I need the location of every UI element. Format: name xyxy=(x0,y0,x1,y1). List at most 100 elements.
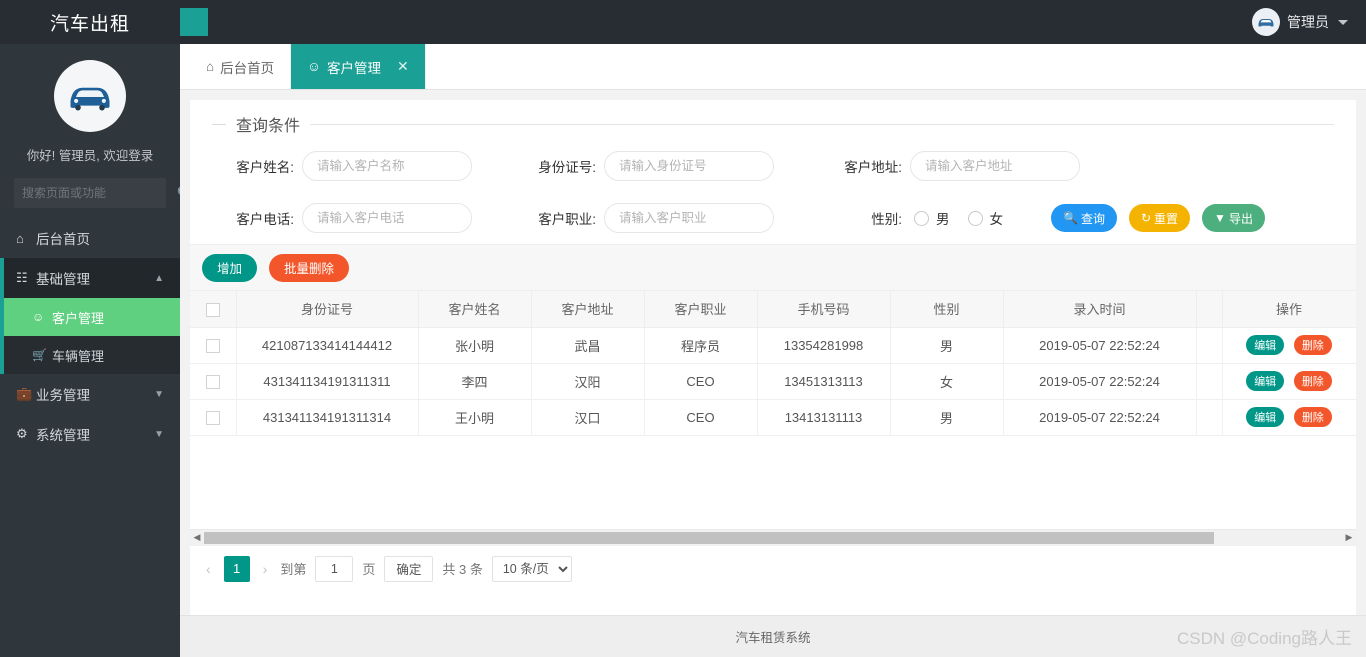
table-row: 431341134191311314 王小明 汉口 CEO 1341313111… xyxy=(190,399,1356,436)
cell-created-at: 2019-05-07 22:52:24 xyxy=(1003,363,1197,400)
sidebar-item-label: 业务管理 xyxy=(36,388,90,403)
field-customer-phone: 客户电话: xyxy=(212,203,472,233)
gender-radio-male[interactable]: 男 xyxy=(914,208,950,228)
column-header-name[interactable]: 客户姓名 xyxy=(418,291,532,328)
delete-button[interactable]: 删除 xyxy=(1293,407,1332,427)
chevron-left-icon[interactable]: ‹ xyxy=(202,561,215,577)
radio-circle-icon xyxy=(967,210,983,226)
briefcase-icon: 💼 xyxy=(16,386,33,401)
batch-delete-button[interactable]: 批量删除 xyxy=(269,253,350,282)
row-checkbox[interactable] xyxy=(205,338,220,353)
cell-actions: 编辑 删除 xyxy=(1222,327,1356,364)
sidebar-profile: 你好! 管理员, 欢迎登录 xyxy=(0,44,180,164)
column-header-gap xyxy=(1196,291,1223,328)
edit-button[interactable]: 编辑 xyxy=(1246,407,1285,427)
legend-line xyxy=(310,123,1334,125)
chevron-down-icon: ▼ xyxy=(154,428,164,440)
cell-gap xyxy=(1196,327,1223,364)
cell-gender: 女 xyxy=(890,363,1004,400)
column-header-phone[interactable]: 手机号码 xyxy=(757,291,891,328)
user-icon: ☺ xyxy=(307,59,321,74)
tab-home[interactable]: ⌂ 后台首页 xyxy=(190,44,292,89)
customer-phone-input[interactable] xyxy=(302,203,472,233)
cell-address: 武昌 xyxy=(531,327,645,364)
gender-radio-group: 男 女 xyxy=(914,208,1003,228)
id-number-input[interactable] xyxy=(604,151,774,181)
scroll-left-icon[interactable]: ◀ xyxy=(190,532,204,543)
chevron-right-icon[interactable]: › xyxy=(259,561,272,577)
column-header-created-at[interactable]: 录入时间 xyxy=(1003,291,1197,328)
tab-label: 后台首页 xyxy=(220,60,275,76)
sidebar-item-home[interactable]: ⌂ 后台首页 xyxy=(0,218,180,258)
scrollbar-track[interactable] xyxy=(204,531,1342,544)
brand-title: 汽车出租 xyxy=(49,13,130,35)
select-all-checkbox[interactable] xyxy=(205,302,220,317)
tab-customer-management[interactable]: ☺ 客户管理 ✕ xyxy=(291,44,426,89)
cell-phone: 13451313113 xyxy=(757,363,891,400)
page-number-1[interactable]: 1 xyxy=(223,555,250,582)
reset-button[interactable]: ↻ 重置 xyxy=(1128,204,1191,232)
sidebar-group-system[interactable]: ⚙ 系统管理 ▼ xyxy=(0,414,180,454)
scroll-right-icon[interactable]: ▶ xyxy=(1342,532,1356,543)
scrollbar-thumb[interactable] xyxy=(204,531,1214,544)
row-checkbox[interactable] xyxy=(205,374,220,389)
cell-phone: 13354281998 xyxy=(757,327,891,364)
cell-name: 李四 xyxy=(418,363,532,400)
query-row-1: 客户姓名: 身份证号: 客户地址: xyxy=(212,140,1334,192)
cell-name: 王小明 xyxy=(418,399,532,436)
edit-button[interactable]: 编辑 xyxy=(1246,371,1285,391)
close-icon[interactable]: ✕ xyxy=(397,58,409,75)
tab-bar: ⌂ 后台首页 ☺ 客户管理 ✕ xyxy=(180,44,1366,90)
customer-occupation-input[interactable] xyxy=(604,203,774,233)
column-header-occupation[interactable]: 客户职业 xyxy=(644,291,758,328)
goto-page-input[interactable] xyxy=(315,555,354,582)
delete-button[interactable]: 删除 xyxy=(1293,335,1332,355)
sidebar-group-basic[interactable]: ☷ 基础管理 ▲ xyxy=(0,258,180,298)
cell-gap xyxy=(1196,399,1223,436)
car-avatar-icon xyxy=(1252,8,1280,36)
customer-address-input[interactable] xyxy=(910,151,1080,181)
row-checkbox[interactable] xyxy=(205,410,220,425)
user-icon: ☺ xyxy=(32,310,45,324)
sidebar-search[interactable]: 🔍 xyxy=(14,178,180,208)
content-panel: 查询条件 客户姓名: 身份证号: 客户地址: xyxy=(190,100,1356,645)
edit-button[interactable]: 编辑 xyxy=(1246,335,1285,355)
footer: 汽车租赁系统 xyxy=(180,615,1366,657)
user-menu[interactable]: 管理员 xyxy=(1252,8,1366,36)
query-row-2: 客户电话: 客户职业: 性别: 男 xyxy=(212,192,1334,244)
total-count-label: 共 3 条 xyxy=(442,562,483,577)
gender-radio-female[interactable]: 女 xyxy=(967,208,1003,228)
radio-label: 男 xyxy=(936,212,950,227)
sidebar-group-business[interactable]: 💼 业务管理 ▼ xyxy=(0,374,180,414)
field-customer-occupation: 客户职业: xyxy=(524,203,774,233)
field-id-number: 身份证号: xyxy=(524,151,774,181)
field-customer-address: 客户地址: xyxy=(830,151,1080,181)
tab-label: 客户管理 xyxy=(326,60,381,76)
search-button[interactable]: 🔍 查询 xyxy=(1051,204,1117,232)
sidebar-item-customer-management[interactable]: ☺ 客户管理 xyxy=(4,298,180,336)
column-header-id-number[interactable]: 身份证号 xyxy=(236,291,419,328)
add-button[interactable]: 增加 xyxy=(202,253,258,282)
cell-occupation: CEO xyxy=(644,399,758,436)
page-size-select[interactable]: 10 条/页 20 条/页 30 条/页 40 条/页 50 条/页 xyxy=(491,555,572,582)
sidebar-item-label: 系统管理 xyxy=(36,428,90,443)
search-input[interactable] xyxy=(22,186,177,200)
column-header-gender[interactable]: 性别 xyxy=(890,291,1004,328)
goto-prefix-label: 到第 xyxy=(280,562,307,577)
column-header-address[interactable]: 客户地址 xyxy=(531,291,645,328)
cell-gender: 男 xyxy=(890,327,1004,364)
radio-circle-icon xyxy=(914,210,929,226)
cell-gap xyxy=(1196,363,1223,400)
confirm-page-button[interactable]: 确定 xyxy=(384,555,434,582)
home-icon: ⌂ xyxy=(16,230,24,246)
export-button[interactable]: ▼ 导出 xyxy=(1202,204,1265,232)
customer-name-input[interactable] xyxy=(302,151,472,181)
cell-address: 汉口 xyxy=(531,399,645,436)
chevron-down-icon xyxy=(1338,19,1348,25)
button-label: 重置 xyxy=(1154,211,1179,226)
horizontal-scrollbar[interactable]: ◀ ▶ xyxy=(190,529,1356,545)
cart-icon: 🛒 xyxy=(32,348,47,362)
delete-button[interactable]: 删除 xyxy=(1293,371,1332,391)
sidebar-item-vehicle-management[interactable]: 🛒 车辆管理 xyxy=(4,336,180,374)
menu-collapse-icon[interactable] xyxy=(180,8,208,36)
